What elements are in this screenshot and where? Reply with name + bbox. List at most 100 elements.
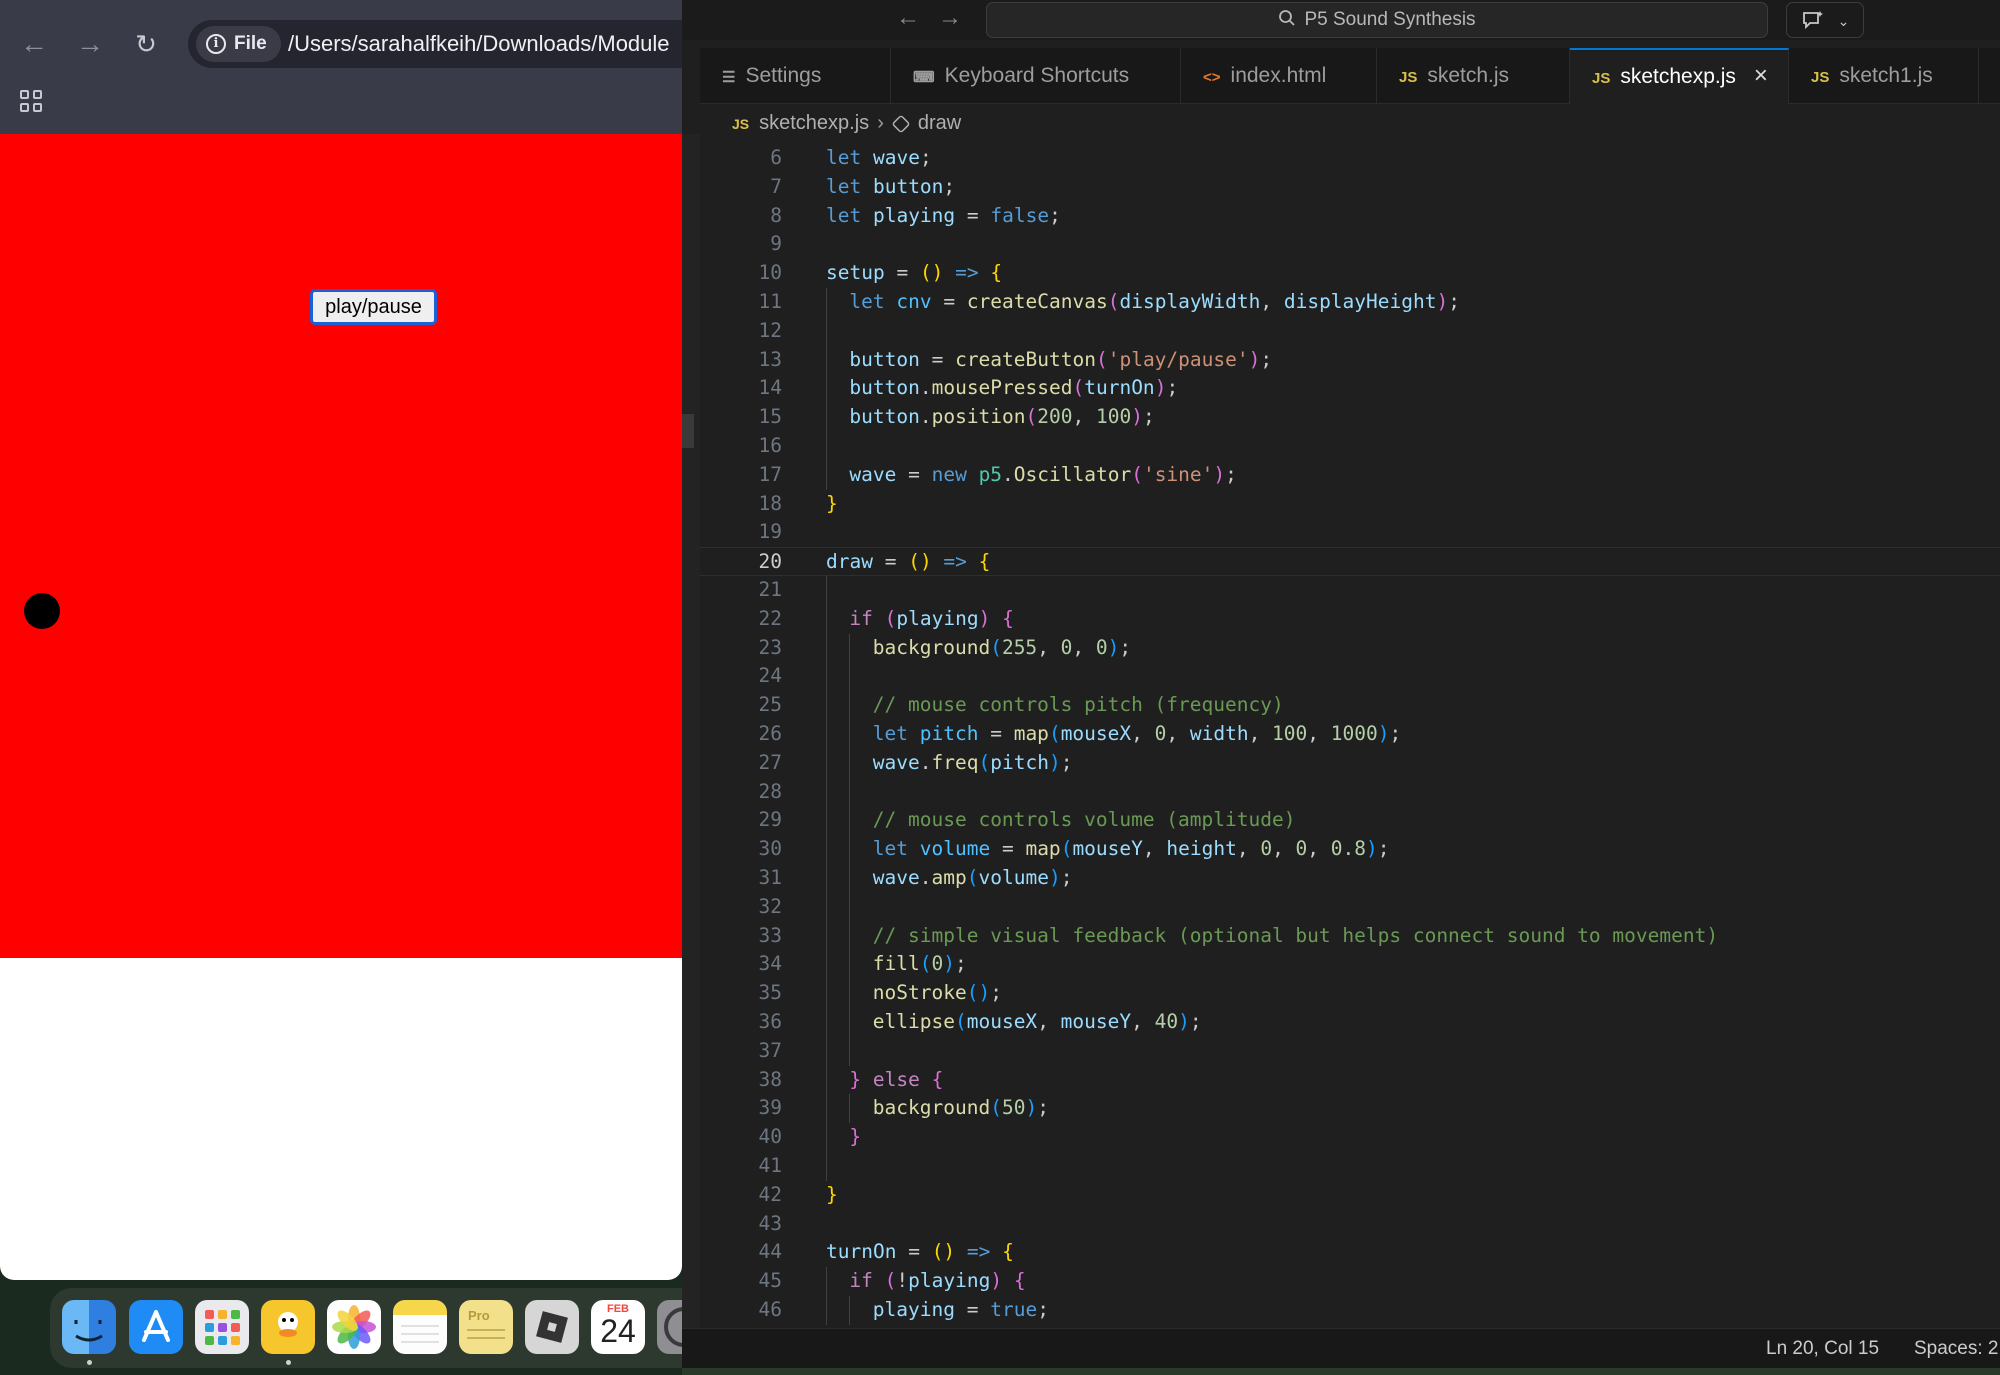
code-line[interactable]: 32 — [700, 892, 2000, 922]
activity-edge — [682, 134, 700, 1328]
code-line[interactable]: 24 — [700, 662, 2000, 692]
code-token: ; — [1119, 635, 1132, 659]
code-line[interactable]: 20 draw = () => { — [700, 547, 2000, 576]
breadcrumb-symbol[interactable]: draw — [918, 112, 961, 134]
code-line[interactable]: 27 wave.freq(pitch); — [700, 748, 2000, 778]
code-line[interactable]: 21 — [700, 576, 2000, 605]
code-token: playing — [872, 1298, 955, 1321]
address-bar[interactable]: i File /Users/sarahalfkeih/Downloads/Mod… — [188, 20, 682, 68]
indent-guide — [826, 288, 827, 317]
stickies-icon[interactable]: Pro — [459, 1300, 513, 1354]
code-line[interactable]: 9 — [700, 230, 2000, 259]
code-line[interactable]: 31 wave.amp(volume); — [700, 864, 2000, 893]
notes-icon[interactable] — [393, 1300, 447, 1354]
code-line[interactable]: 7 let button; — [700, 173, 2000, 202]
tab-settings[interactable]: ☰ Settings — [700, 48, 891, 104]
calendar-icon[interactable]: FEB 24 — [591, 1300, 645, 1354]
code-token: p5 — [978, 462, 1003, 486]
apps-grid-icon[interactable] — [20, 90, 42, 112]
code-line[interactable]: 33 // simple visual feedback (optional bu… — [700, 921, 2000, 951]
code-token: 100 — [1272, 722, 1308, 745]
tab-sketch-js[interactable]: JS sketch.js — [1377, 48, 1570, 104]
tab-index-html[interactable]: <> index.html — [1181, 48, 1377, 104]
code-token: , — [1131, 722, 1155, 745]
code-line[interactable]: 19 — [700, 518, 2000, 547]
code-line[interactable]: 15 button.position(200, 100); — [700, 403, 2000, 432]
command-center-search[interactable]: P5 Sound Synthesis — [986, 2, 1768, 38]
code-token: ) — [1248, 347, 1261, 371]
roblox-icon[interactable] — [525, 1300, 579, 1354]
indent-guide — [826, 345, 827, 375]
code-line[interactable]: 28 — [700, 777, 2000, 807]
code-line[interactable]: 38 } else { — [700, 1065, 2000, 1095]
tab-sketchexp-js[interactable]: JS sketchexp.js × — [1570, 48, 1789, 104]
code-token: playing — [872, 203, 956, 227]
code-line[interactable]: 43 — [700, 1210, 2000, 1239]
code-line[interactable]: 45 if (!playing) { — [700, 1267, 2000, 1296]
code-line[interactable]: 18} — [700, 490, 2000, 519]
code-line[interactable]: 16 — [700, 432, 2000, 461]
launchpad-icon[interactable] — [195, 1300, 249, 1354]
code-line[interactable]: 34 fill(0); — [700, 950, 2000, 980]
play-pause-button[interactable]: play/pause — [310, 289, 437, 325]
code-line[interactable]: 37 — [700, 1036, 2000, 1066]
url-text[interactable]: /Users/sarahalfkeih/Downloads/Module — [288, 20, 670, 68]
code-line[interactable]: 39 background(50); — [700, 1094, 2000, 1124]
code-text: let playing = false; — [826, 202, 1061, 231]
close-icon[interactable]: × — [1754, 50, 1768, 102]
back-arrow-icon[interactable]: ← — [16, 26, 52, 62]
site-info-chip[interactable]: i File — [196, 26, 281, 62]
indentation-setting[interactable]: Spaces: 2 — [1914, 1329, 1999, 1369]
code-line[interactable]: 42} — [700, 1181, 2000, 1210]
line-number: 38 — [758, 1067, 782, 1091]
search-icon — [1278, 3, 1296, 37]
code-token: height — [1166, 837, 1237, 861]
code-line[interactable]: 41 — [700, 1152, 2000, 1181]
tab-keyboard-shortcuts[interactable]: ⌨ Keyboard Shortcuts — [891, 48, 1181, 104]
code-line[interactable]: 8 let playing = false; — [700, 202, 2000, 231]
app-store-icon[interactable] — [129, 1300, 183, 1354]
code-line[interactable]: 10 setup = () => { — [700, 259, 2000, 288]
js-icon: JS — [1592, 70, 1611, 87]
code-line[interactable]: 30 let volume = map(mouseY, height, 0, 0,… — [700, 835, 2000, 864]
code-editor[interactable]: 6 let wave; 7 let button; 8 let playing = fal… — [700, 144, 2000, 1328]
sash-handle[interactable] — [682, 414, 694, 448]
duck-app-icon[interactable] — [261, 1300, 315, 1354]
cursor-position[interactable]: Ln 20, Col 15 — [1766, 1329, 1879, 1369]
indent-guide — [826, 1296, 827, 1325]
system-settings-icon[interactable] — [657, 1300, 704, 1354]
copilot-chat-icon[interactable]: ⌄ — [1786, 2, 1864, 38]
code-line[interactable]: 22 if (playing) { — [700, 604, 2000, 634]
line-number: 45 — [758, 1269, 782, 1293]
code-line[interactable]: 25 // mouse controls pitch (frequency) — [700, 691, 2000, 720]
code-line[interactable]: 46 playing = true; — [700, 1296, 2000, 1325]
code-line[interactable]: 13 button = createButton('play/pause'); — [700, 345, 2000, 375]
line-number: 41 — [758, 1154, 782, 1177]
code-line[interactable]: 23 background(255, 0, 0); — [700, 633, 2000, 663]
code-token: = — [931, 290, 967, 313]
tab-sketch1-js[interactable]: JS sketch1.js — [1789, 48, 1979, 104]
finder-icon[interactable] — [62, 1300, 116, 1354]
code-line[interactable]: 44 turnOn = () => { — [700, 1238, 2000, 1267]
code-line[interactable]: 11 let cnv = createCanvas(displayWidth, d… — [700, 288, 2000, 317]
code-line[interactable]: 12 — [700, 316, 2000, 346]
forward-arrow-icon[interactable]: → — [72, 26, 108, 62]
code-line[interactable]: 29 // mouse controls volume (amplitude) — [700, 806, 2000, 836]
code-line[interactable]: 36 ellipse(mouseX, mouseY, 40); — [700, 1008, 2000, 1037]
code-line[interactable]: 26 let pitch = map(mouseX, 0, width, 100,… — [700, 720, 2000, 749]
code-text: } else { — [849, 1066, 943, 1095]
code-line[interactable]: 35 noStroke(); — [700, 979, 2000, 1008]
photos-icon[interactable] — [327, 1300, 381, 1354]
code-token: draw — [826, 550, 873, 574]
p5-canvas[interactable]: play/pause — [0, 134, 682, 958]
code-line[interactable]: 6 let wave; — [700, 144, 2000, 173]
breadcrumb-file[interactable]: sketchexp.js — [759, 112, 869, 134]
code-line[interactable]: 40} — [700, 1123, 2000, 1152]
code-token: ; — [1037, 1096, 1049, 1120]
nav-forward-icon[interactable]: → — [938, 4, 962, 32]
code-token: ( — [1060, 837, 1073, 861]
reload-icon[interactable]: ↻ — [128, 26, 164, 62]
code-line[interactable]: 14 button.mousePressed(turnOn); — [700, 374, 2000, 404]
nav-back-icon[interactable]: ← — [896, 4, 920, 32]
code-line[interactable]: 17 wave = new p5.Oscillator('sine'); — [700, 460, 2000, 490]
